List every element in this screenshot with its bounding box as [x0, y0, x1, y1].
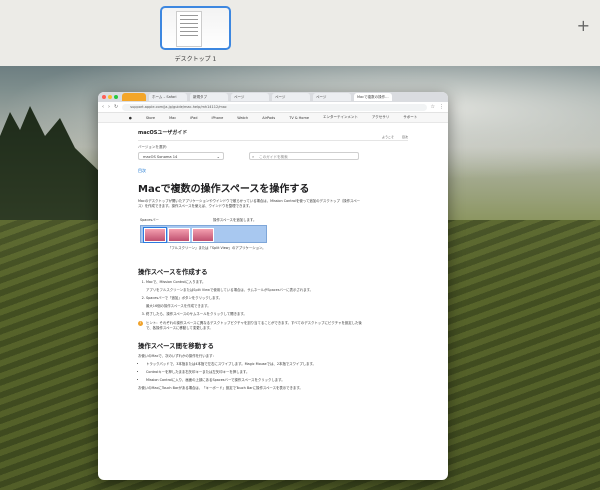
diagram-space-thumb — [192, 228, 214, 242]
nav-ipad[interactable]: iPad — [190, 116, 197, 120]
menu-icon[interactable]: ⋮ — [439, 104, 444, 110]
nav-tv-home[interactable]: TV & Home — [289, 116, 309, 120]
page-content: macOSユーザガイド ようこそ 目次 バージョンを選択： macOS Sono… — [98, 129, 448, 391]
page-title: Macで複数の操作スペースを操作する — [138, 184, 310, 195]
forward-icon[interactable]: › — [108, 104, 110, 110]
nav-watch[interactable]: Watch — [237, 116, 248, 120]
version-label: バージョンを選択： — [138, 145, 170, 149]
intro-paragraph: Macのデスクトップが開いたアプリケーションやウインドウで散らかっている場合は、… — [138, 199, 360, 208]
list-item: Spacesバーで「追加」ボタンをクリックします。 最大16個の操作スペースを作… — [146, 296, 366, 309]
diagram-caption: 「フルスクリーン」または「Split View」のアプリケーション。 — [168, 246, 266, 250]
add-space-button[interactable]: + — [577, 18, 590, 34]
toc-link[interactable]: 目次 — [138, 168, 448, 174]
tab-6[interactable]: ページ — [313, 93, 351, 101]
tab-4[interactable]: ページ — [231, 93, 269, 101]
tip-box: ! ヒント：それぞれの操作スペースに異なるデスクトップピクチャを割り当てることが… — [138, 321, 363, 331]
close-icon[interactable] — [102, 95, 106, 99]
guide-links: ようこそ 目次 — [382, 135, 408, 139]
bookmark-icon[interactable]: ☆ — [431, 104, 435, 110]
step-subtext: 最大16個の操作スペースを作成できます。 — [146, 304, 211, 308]
tab-1[interactable] — [122, 93, 146, 101]
nav-support[interactable]: サポート — [403, 115, 417, 120]
guide-link-toc[interactable]: 目次 — [402, 135, 408, 139]
window-controls — [102, 95, 118, 99]
version-value: macOS Sonoma 14 — [143, 155, 178, 159]
nav-iphone[interactable]: iPhone — [211, 116, 223, 120]
step-text: Spacesバーで「追加」ボタンをクリックします。 — [146, 296, 222, 300]
create-steps: Macで、Mission Controlに入ります。 アプリをフルスクリーンまた… — [138, 280, 366, 317]
list-item: Mission Controlに入り、画面の上部にあるSpacesバーで操作スペ… — [146, 378, 366, 383]
tab-bar: ホーム – Safari 新規タブ ページ ページ ページ Macで複数の操作… — [98, 92, 448, 102]
tab-active[interactable]: Macで複数の操作… — [354, 93, 392, 101]
section-move-heading: 操作スペース間を移動する — [138, 342, 214, 350]
list-item: Macで、Mission Controlに入ります。 アプリをフルスクリーンまた… — [146, 280, 366, 293]
chevron-down-icon: ⌄ — [216, 154, 220, 159]
desktop-thumbnail-window — [176, 11, 202, 47]
list-item: Controlキーを押したまま右矢印キーまたは左矢印キーを押します。 — [146, 370, 366, 375]
spaces-bar: デスクトップ 1 + — [0, 0, 600, 66]
section-create-heading: 操作スペースを作成する — [138, 268, 208, 276]
guide-search-input[interactable]: ⌕ このガイドを検索 — [249, 152, 359, 160]
nav-store[interactable]: Store — [146, 116, 155, 120]
url-field[interactable]: support.apple.com/ja-jp/guide/mac-help/m… — [122, 103, 427, 111]
step-text: Macで、Mission Controlに入ります。 — [146, 280, 206, 284]
nav-airpods[interactable]: AirPods — [262, 116, 275, 120]
tab-2[interactable]: ホーム – Safari — [149, 93, 187, 101]
spaces-diagram: Spacesバー 操作スペースを追加します。 「フルスクリーン」または「Spli… — [138, 217, 363, 257]
apple-nav: ● Store Mac iPad iPhone Watch AirPods TV… — [98, 113, 448, 123]
apple-logo-icon[interactable]: ● — [129, 116, 132, 120]
step-subtext: アプリをフルスクリーンまたはSplit Viewで使用している場合は、サムネール… — [146, 288, 314, 292]
desktop-thumbnail[interactable] — [160, 6, 231, 50]
step-text: 終了したら、操作スペースのサムネールをクリックして開きます。 — [146, 312, 247, 316]
back-icon[interactable]: ‹ — [102, 104, 104, 110]
nav-accessories[interactable]: アクセサリ — [372, 115, 389, 120]
diagram-spaces-strip — [140, 225, 267, 243]
version-select[interactable]: macOS Sonoma 14 ⌄ — [138, 152, 224, 160]
zoom-icon[interactable] — [114, 95, 118, 99]
tip-icon: ! — [138, 321, 143, 326]
search-icon: ⌕ — [252, 154, 255, 159]
tip-text: ヒント：それぞれの操作スペースに異なるデスクトップピクチャを割り当てることができ… — [146, 321, 362, 330]
divider — [138, 140, 408, 141]
browser-window[interactable]: ホーム – Safari 新規タブ ページ ページ ページ Macで複数の操作…… — [98, 92, 448, 480]
diagram-space-thumb — [143, 227, 167, 243]
move-list: トラックパッドで、3本指または4本指で左右にスワイプします。Magic Mous… — [138, 362, 366, 383]
search-placeholder: このガイドを検索 — [259, 155, 288, 159]
diagram-label-spaces-bar: Spacesバー — [140, 218, 159, 222]
address-bar: ‹ › ↻ support.apple.com/ja-jp/guide/mac-… — [98, 102, 448, 113]
list-item: トラックパッドで、3本指または4本指で左右にスワイプします。Magic Mous… — [146, 362, 366, 367]
tab-5[interactable]: ページ — [272, 93, 310, 101]
guide-link-welcome[interactable]: ようこそ — [382, 135, 394, 139]
minimize-icon[interactable] — [108, 95, 112, 99]
diagram-label-add: 操作スペースを追加します。 — [213, 218, 257, 222]
move-intro: お使いのMacで、次のいずれかの操作を行います： — [138, 354, 216, 358]
diagram-space-thumb — [168, 228, 190, 242]
move-footer: お使いのMacにTouch Barがある場合は、「キーボード」設定でTouch … — [138, 386, 303, 390]
list-item: 終了したら、操作スペースのサムネールをクリックして開きます。 — [146, 312, 366, 317]
reload-icon[interactable]: ↻ — [114, 104, 118, 110]
nav-entertainment[interactable]: エンターテインメント — [323, 115, 358, 120]
nav-mac[interactable]: Mac — [169, 116, 176, 120]
tab-3[interactable]: 新規タブ — [190, 93, 228, 101]
